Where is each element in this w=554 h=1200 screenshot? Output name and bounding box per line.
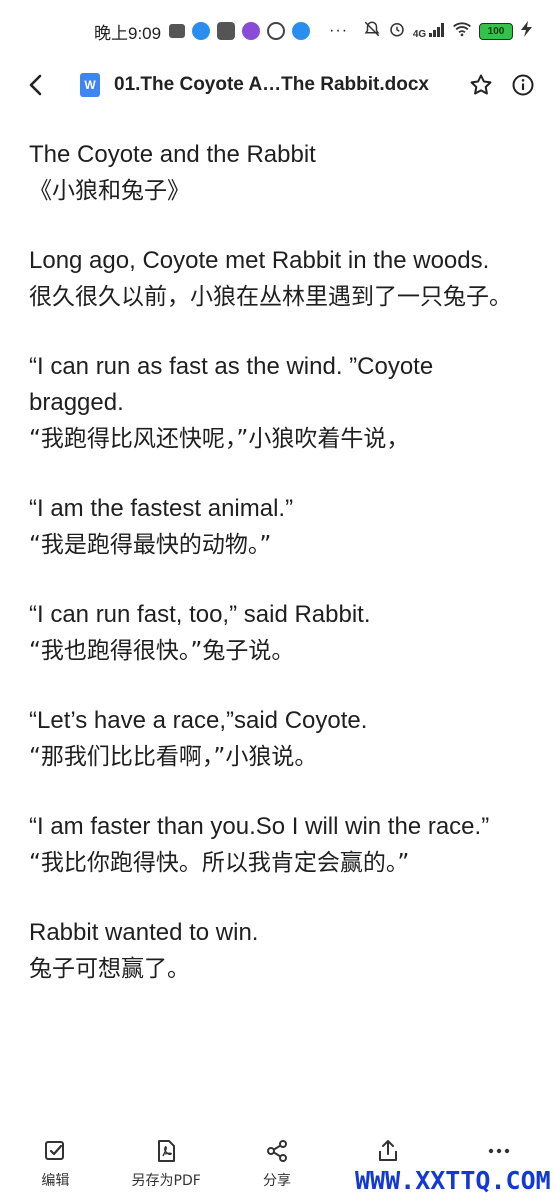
paragraph-chinese: 《小狼和兔子》 (29, 178, 190, 204)
paragraph: “I am the fastest animal.” “我是跑得最快的动物。” (29, 491, 529, 563)
wifi-icon (452, 21, 472, 42)
watermark: WWW.XXTTQ.COM (355, 1164, 551, 1198)
info-button[interactable] (506, 68, 540, 102)
save-as-pdf-label: 另存为PDF (131, 1173, 201, 1189)
charging-icon (520, 20, 534, 42)
chat-bubble-icon (267, 22, 286, 40)
save-as-pdf-button[interactable]: 另存为PDF (121, 1138, 211, 1190)
document-body: The Coyote and the Rabbit 《小狼和兔子》 Long a… (29, 137, 529, 1021)
app-notification-icon (217, 22, 236, 40)
paragraph-english: “Let’s have a race,”said Coyote. (29, 707, 368, 734)
alarm-icon (388, 20, 406, 43)
more-icon (488, 1148, 509, 1154)
mute-bell-icon (363, 20, 381, 43)
battery-indicator: 100 (479, 22, 513, 40)
paragraph-chinese: “我是跑得最快的动物。” (29, 532, 272, 558)
paragraph-english: Long ago, Coyote met Rabbit in the woods… (29, 247, 490, 274)
chevron-left-icon (29, 74, 42, 96)
message-icon (169, 24, 186, 38)
notification-icons: ··· (169, 22, 348, 40)
paragraph-chinese: “那我们比比看啊，”小狼说。 (29, 744, 318, 770)
upload-icon (378, 1140, 397, 1161)
paragraph: Long ago, Coyote met Rabbit in the woods… (29, 243, 529, 315)
paragraph: Rabbit wanted to win. 兔子可想赢了。 (29, 915, 529, 987)
document-title: 01.The Coyote A…The Rabbit.docx (114, 74, 429, 95)
edit-label: 编辑 (41, 1173, 70, 1189)
paragraph-english: “I am the fastest animal.” (29, 495, 294, 522)
paragraph-chinese: 兔子可想赢了。 (29, 956, 190, 982)
paragraph-chinese: “我也跑得很快。”兔子说。 (29, 638, 295, 664)
status-time: 晚上9:09 (94, 23, 162, 43)
edit-icon (45, 1141, 65, 1160)
paragraph: “I am faster than you.So I will win the … (29, 809, 529, 881)
share-button[interactable]: 分享 (232, 1138, 322, 1190)
app-header: W 01.The Coyote A…The Rabbit.docx (0, 62, 554, 108)
status-bar: 晚上9:09 ··· 4G 100 (0, 0, 554, 62)
star-icon (470, 74, 492, 95)
info-icon (512, 74, 534, 96)
paragraph-english: “I can run fast, too,” said Rabbit. (29, 601, 371, 628)
pdf-icon (158, 1140, 176, 1162)
more-notifications-icon: ··· (329, 22, 349, 39)
paragraph-chinese: “我跑得比风还快呢，”小狼吹着牛说， (29, 426, 410, 452)
share-label: 分享 (262, 1173, 291, 1189)
word-doc-icon: W (80, 73, 100, 97)
paragraph-chinese: 很久很久以前，小狼在丛林里遇到了一只兔子。 (29, 284, 512, 310)
back-button[interactable] (20, 70, 50, 100)
paragraph: “I can run fast, too,” said Rabbit. “我也跑… (29, 597, 529, 669)
paragraph-english: “I can run as fast as the wind. ”Coyote … (29, 353, 434, 416)
social-app-icon (242, 22, 261, 40)
paragraph-english: Rabbit wanted to win. (29, 919, 259, 946)
edit-button[interactable]: 编辑 (10, 1138, 100, 1190)
paragraph: “Let’s have a race,”said Coyote. “那我们比比看… (29, 703, 529, 775)
cell-signal-icon: 4G (413, 22, 445, 40)
qq-icon (192, 22, 211, 40)
paragraph: The Coyote and the Rabbit 《小狼和兔子》 (29, 137, 529, 209)
paragraph-english: “I am faster than you.So I will win the … (29, 813, 490, 840)
browser-icon (292, 22, 311, 40)
paragraph-english: The Coyote and the Rabbit (29, 141, 316, 168)
paragraph: “I can run as fast as the wind. ”Coyote … (29, 349, 529, 457)
favorite-button[interactable] (464, 68, 498, 102)
share-icon (266, 1140, 287, 1162)
paragraph-chinese: “我比你跑得快。所以我肯定会赢的。” (29, 850, 410, 876)
